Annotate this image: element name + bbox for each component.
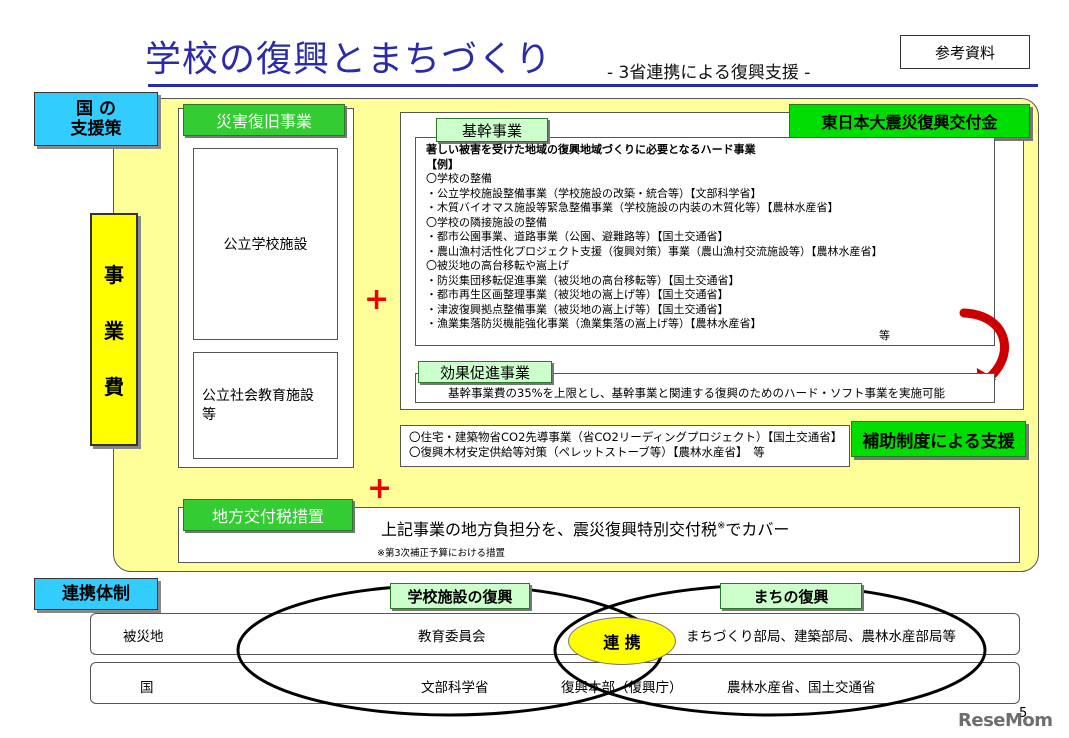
core-item-2: 〇学校の整備 [426,172,492,185]
row1-right: まちづくり部局、建築部局、農林水産部局等 [686,629,956,645]
cooperation-center: 連 携 [568,617,676,665]
row1-left: 教育委員会 [418,629,486,645]
cost-char-3: 費 [104,375,124,400]
plus-sign-2: + [367,471,393,506]
reference-badge: 参考資料 [900,35,1030,69]
core-item-6: ・都市公園事業、道路事業（公園、避難路等）【国土交通省】 [426,230,729,243]
core-etc: 等 [879,329,890,342]
school-recovery-tag: 学校施設の復興 [390,583,530,609]
subsidy-item-1: 〇復興木材安定供給等対策（ペレットストーブ等）【農林水産省】 等 [409,445,765,459]
core-item-5: 〇学校の隣接施設の整備 [426,215,547,229]
support-label-line1: 国 の [76,99,116,119]
reconstruction-grant-tag: 東日本大震災復興交付金 [789,104,1030,138]
social-edu-line1: 公立社会教育施設 [202,388,314,404]
core-project-tag: 基幹事業 [436,118,548,142]
effect-promotion-tag: 効果促進事業 [418,361,552,383]
core-item-11: ・津波復興拠点整備事業（被災地の嵩上げ等）【国土交通省】 [426,302,729,316]
core-item-3: ・公立学校施設整備事業（学校施設の改築・統合等）【文部科学省】 [426,186,762,200]
page-subtitle: - 3省連携による復興支援 - [607,63,811,83]
row2-left: 文部科学省 [421,680,489,696]
core-item-1: 【例】 [426,157,459,171]
public-school-box: 公立学校施設 [193,148,338,340]
watermark-logo: ReseMom [958,710,1053,731]
effect-text: 基幹事業費の35%を上限とし、基幹事業と関連する復興のためのハード・ソフト事業を… [448,386,946,400]
core-item-7: ・農山漁村活性化プロジェクト支援（復興対策）事業（農山漁村交流施設等）【農林水産… [426,244,883,258]
page-title: 学校の復興とまちづくり [145,39,553,80]
core-item-9: ・防災集団移転促進事業（被災地の高台移転等）【国土交通省】 [426,273,740,287]
local-tax-end: でカバー [725,520,790,539]
plus-sign-1: + [364,282,390,317]
project-cost-label: 事 業 費 [90,213,138,446]
disaster-recovery-tag: 災害復旧事業 [183,104,345,136]
subsidy-support-tag: 補助制度による支援 [851,421,1026,457]
title-rule [148,84,1038,87]
core-item-12: ・漁業集落防災機能強化事業（漁業集落の嵩上げ等）【農林水産省】 [426,317,762,330]
core-item-10: ・都市再生区画整理事業（被災地の嵩上げ等）【国土交通省】 [426,288,729,301]
row1-label: 被災地 [123,629,164,645]
row2-mid: 復興本部（復興庁） [561,680,683,696]
row2-label: 国 [140,680,154,696]
local-tax-tag: 地方交付税措置 [183,499,353,531]
support-measures-label: 国 の 支援策 [34,92,158,146]
core-item-8: 〇被災地の高台移転や嵩上げ [426,259,569,272]
local-tax-note: ※第3次補正予算における措置 [377,548,506,559]
social-education-box: 公立社会教育施設 等 [193,352,338,459]
cooperation-label: 連携体制 [34,578,158,610]
subsidy-item-0: 〇住宅・建築物省CO2先導事業（省CO2リーディングプロジェクト）【国土交通省】 [409,430,843,444]
subsidy-list: 〇住宅・建築物省CO2先導事業（省CO2リーディングプロジェクト）【国土交通省】… [409,430,842,460]
social-edu-line2: 等 [202,407,216,423]
cost-char-2: 業 [104,318,124,343]
support-label-line2: 支援策 [70,119,122,139]
core-item-4: ・木質バイオマス施設等緊急整備事業（学校施設の内装の木質化等）【農林水産省】 [426,201,839,214]
cost-char-1: 事 [104,262,124,287]
local-tax-main: 上記事業の地方負担分を、震災復興特別交付税 [381,520,718,539]
local-tax-text: 上記事業の地方負担分を、震災復興特別交付税※でカバー [381,516,789,540]
core-item-0: 著しい被害を受けた地域の復興地域づくりに必要となるハード事業 [426,143,756,156]
core-project-list: 著しい被害を受けた地域の復興地域づくりに必要となるハード事業 【例】 〇学校の整… [426,143,883,332]
town-recovery-tag: まちの復興 [720,583,862,609]
row2-right: 農林水産省、国土交通省 [727,680,876,696]
